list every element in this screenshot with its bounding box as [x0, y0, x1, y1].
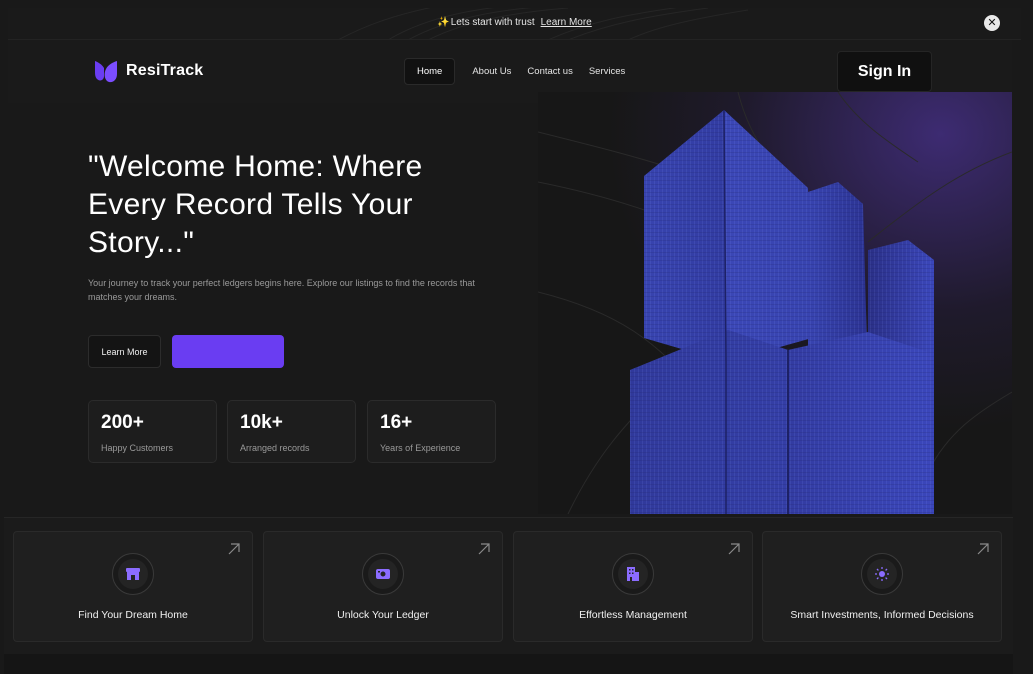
feature-icon-ring: [861, 553, 903, 595]
hero-section: "Welcome Home: Where Every Record Tells …: [8, 103, 538, 514]
announcement-learn-more-link[interactable]: Learn More: [541, 17, 592, 28]
stat-label: Happy Customers: [101, 443, 174, 453]
stat-card-experience: 16+ Years of Experience: [367, 400, 496, 463]
sun-icon: [875, 567, 889, 581]
stat-label: Arranged records: [240, 443, 310, 453]
arrow-up-right-icon: [228, 543, 240, 555]
feature-card-management[interactable]: Effortless Management: [513, 531, 753, 642]
announcement-message: Lets start with trust: [450, 17, 535, 28]
announcement-bar: ✨Lets start with trust Learn More: [8, 8, 1021, 40]
stat-card-records: 10k+ Arranged records: [227, 400, 356, 463]
page-bottom-edge: [4, 654, 1013, 674]
feature-card-smart-investments[interactable]: Smart Investments, Informed Decisions: [762, 531, 1002, 642]
hero-title: "Welcome Home: Where Every Record Tells …: [88, 150, 423, 259]
feature-label: Smart Investments, Informed Decisions: [790, 609, 974, 621]
stat-value: 200+: [101, 412, 144, 433]
nav-item-home[interactable]: Home: [404, 58, 456, 85]
feature-label: Unlock Your Ledger: [337, 609, 429, 621]
nav-item-services[interactable]: Services: [581, 58, 633, 85]
feature-card-unlock-ledger[interactable]: Unlock Your Ledger: [263, 531, 503, 642]
feature-icon-ring: [612, 553, 654, 595]
stat-value: 10k+: [240, 412, 283, 433]
feature-card-dream-home[interactable]: Find Your Dream Home: [13, 531, 253, 642]
stat-value: 16+: [380, 412, 413, 433]
building-illustration: [538, 92, 1012, 514]
close-icon: ✕: [987, 17, 997, 29]
nav-item-about-us[interactable]: About Us: [464, 58, 519, 85]
arrow-up-right-icon: [478, 543, 490, 555]
feature-label: Effortless Management: [579, 609, 687, 621]
brand-logo[interactable]: ResiTrack: [93, 58, 203, 84]
hero-subtitle: Your journey to track your perfect ledge…: [88, 278, 475, 302]
brand-name: ResiTrack: [126, 62, 204, 79]
storefront-icon: [126, 568, 140, 580]
arrow-up-right-icon: [977, 543, 989, 555]
feature-label: Find Your Dream Home: [78, 609, 188, 621]
features-strip: Find Your Dream Home Unlock Your Ledger …: [4, 517, 1013, 654]
announcement-text: ✨Lets start with trust Learn More: [8, 17, 1021, 28]
stat-card-customers: 200+ Happy Customers: [88, 400, 217, 463]
primary-cta-button[interactable]: [172, 335, 284, 368]
logo-icon: [95, 61, 117, 83]
nav-item-contact-us[interactable]: Contact us: [519, 58, 580, 85]
stat-label: Years of Experience: [380, 443, 461, 453]
feature-icon-ring: [362, 553, 404, 595]
sparkle-icon: ✨: [437, 17, 450, 28]
close-announcement-button[interactable]: ✕: [984, 15, 1000, 31]
learn-more-button[interactable]: Learn More: [88, 335, 161, 368]
sign-in-button[interactable]: Sign In: [837, 51, 932, 92]
feature-icon-ring: [112, 553, 154, 595]
arrow-up-right-icon: [728, 543, 740, 555]
main-navigation: Home About Us Contact us Services: [404, 58, 633, 85]
wallet-icon: [376, 569, 390, 579]
building-icon: [627, 567, 639, 581]
hero-building-image: [538, 92, 1012, 514]
